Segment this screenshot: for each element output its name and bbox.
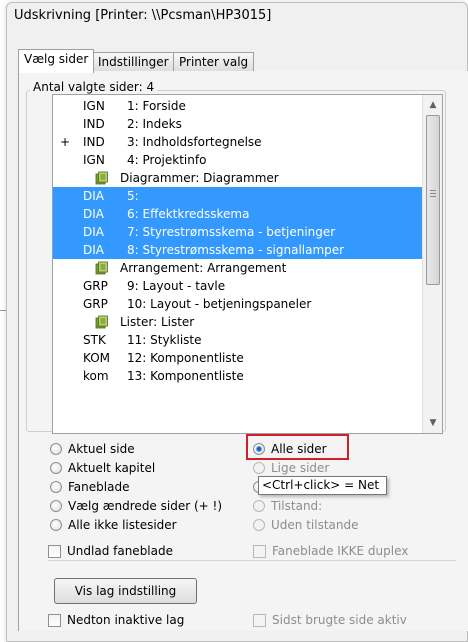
radio-label: Faneblade — [68, 480, 130, 494]
checkbox-icon[interactable] — [253, 545, 266, 558]
checkbox-icon[interactable] — [48, 545, 61, 558]
page-prefix: STK — [83, 333, 106, 347]
page-title: 10: Layout - betjeningspaneler — [127, 297, 312, 311]
page-list-scrollbar[interactable]: ▲ ▼ — [422, 95, 442, 433]
ctrl-click-tooltip: <Ctrl+click> = Net — [258, 476, 387, 495]
dialog-title: Udskrivning [Printer: \\Pcsman\HP3015] — [14, 8, 272, 23]
page-title: Arrangement: Arrangement — [120, 261, 287, 275]
page-marker: + — [60, 135, 71, 149]
page-folder-row[interactable]: Arrangement: Arrangement — [53, 259, 424, 277]
page-list-item[interactable]: DIA 5: — [53, 187, 424, 205]
radio-button-icon[interactable] — [50, 481, 62, 493]
radio-button-icon[interactable] — [50, 500, 62, 512]
checkbox-label: Faneblade IKKE duplex — [272, 544, 409, 558]
radio-button-icon[interactable] — [253, 519, 265, 531]
page-list-item[interactable]: kom 13: Komponentliste — [53, 367, 424, 385]
page-prefix: DIA — [83, 225, 104, 239]
page-list-item[interactable]: IGN 1: Forside — [53, 97, 424, 115]
page-prefix: GRP — [83, 279, 108, 293]
tab-printer-valg[interactable]: Printer valg — [173, 52, 255, 72]
radio-button-icon[interactable] — [50, 519, 62, 531]
page-list-item[interactable]: STK 11: Stykliste — [53, 331, 424, 349]
radio-label: Alle ikke listesider — [68, 518, 177, 532]
page-list-item[interactable]: DIA 8: Styrestrømsskema - signallamper — [53, 241, 424, 259]
page-prefix: IND — [83, 135, 105, 149]
page-title: 4: Projektinfo — [127, 153, 207, 167]
page-prefix: GRP — [83, 297, 108, 311]
page-title: 2: Indeks — [127, 117, 182, 131]
checkbox-label: Sidst brugte side aktiv — [272, 613, 407, 627]
checkbox-icon[interactable] — [253, 614, 266, 627]
page-title: 13: Komponentliste — [127, 369, 244, 383]
vis-lag-indstilling-button[interactable]: Vis lag indstilling — [54, 578, 197, 604]
arrow-down-icon[interactable]: ▼ — [427, 417, 439, 429]
page-title: 12: Komponentliste — [127, 351, 244, 365]
radio-button-icon[interactable] — [50, 443, 62, 455]
radio-label: Lige sider — [271, 461, 330, 475]
page-folder-icon — [95, 315, 108, 329]
checkbox-icon[interactable] — [48, 614, 61, 627]
page-list-item[interactable]: DIA 6: Effektkredsskema — [53, 205, 424, 223]
tab-indstillinger[interactable]: Indstillinger — [92, 52, 175, 72]
options-separator — [48, 560, 456, 561]
radio-label: Aktuelt kapitel — [68, 461, 156, 475]
page-list-item[interactable]: GRP 10: Layout - betjeningspaneler — [53, 295, 424, 313]
page-prefix: DIA — [83, 207, 104, 221]
page-prefix: DIA — [83, 243, 104, 257]
scroll-thumb[interactable] — [426, 115, 440, 285]
page-prefix: KOM — [83, 351, 111, 365]
page-list-item[interactable]: GRP 9: Layout - tavle — [53, 277, 424, 295]
page-prefix: kom — [83, 369, 109, 383]
radio-label: Vælg ændrede sider (+ !) — [68, 499, 223, 513]
page-prefix: IND — [83, 117, 105, 131]
page-title: 11: Stykliste — [127, 333, 202, 347]
radio-button-icon[interactable] — [253, 462, 265, 474]
radio-button-icon[interactable] — [50, 462, 62, 474]
page-list-item[interactable]: IGN 4: Projektinfo — [53, 151, 424, 169]
page-list[interactable]: IGN 1: Forside IND 2: Indeks + IND 3: Indholds… — [52, 94, 443, 434]
page-title: 9: Layout - tavle — [127, 279, 226, 293]
page-folder-row[interactable]: Lister: Lister — [53, 313, 424, 331]
radio-label: Tilstand: — [271, 499, 323, 513]
radio-button-icon[interactable] — [253, 500, 265, 512]
page-title: 5: — [127, 189, 139, 203]
page-folder-icon — [95, 261, 108, 275]
page-title: 3: Indholdsfortegnelse — [127, 135, 262, 149]
page-list-item[interactable]: DIA 7: Styrestrømsskema - betjeninger — [53, 223, 424, 241]
page-prefix: IGN — [83, 99, 105, 113]
page-prefix: DIA — [83, 189, 104, 203]
checkbox-label: Nedton inaktive lag — [67, 613, 185, 627]
page-folder-row[interactable]: Diagrammer: Diagrammer — [53, 169, 424, 187]
tab-vaelg-sider[interactable]: Vælg sider — [18, 49, 95, 73]
page-list-item[interactable]: IND 2: Indeks — [53, 115, 424, 133]
radio-label: Uden tilstande — [271, 518, 359, 532]
page-list-item[interactable]: + IND 3: Indholdsfortegnelse — [53, 133, 424, 151]
page-list-item[interactable]: KOM 12: Komponentliste — [53, 349, 424, 367]
checkbox-label: Undlad faneblade — [67, 544, 173, 558]
page-title: 1: Forside — [127, 99, 186, 113]
page-folder-icon — [95, 171, 108, 185]
page-title: 8: Styrestrømsskema - signallamper — [127, 243, 345, 257]
page-prefix: IGN — [83, 153, 105, 167]
highlight-annotation-box — [246, 434, 349, 460]
selected-pages-count: Antal valgte sider: 4 — [30, 80, 158, 94]
page-title: 6: Effektkredsskema — [127, 207, 250, 221]
page-title: 7: Styrestrømsskema - betjeninger — [127, 225, 336, 239]
page-title: Lister: Lister — [120, 315, 195, 329]
page-title: Diagrammer: Diagrammer — [120, 171, 279, 185]
arrow-up-icon[interactable]: ▲ — [427, 99, 439, 111]
radio-label: Aktuel side — [68, 442, 135, 456]
